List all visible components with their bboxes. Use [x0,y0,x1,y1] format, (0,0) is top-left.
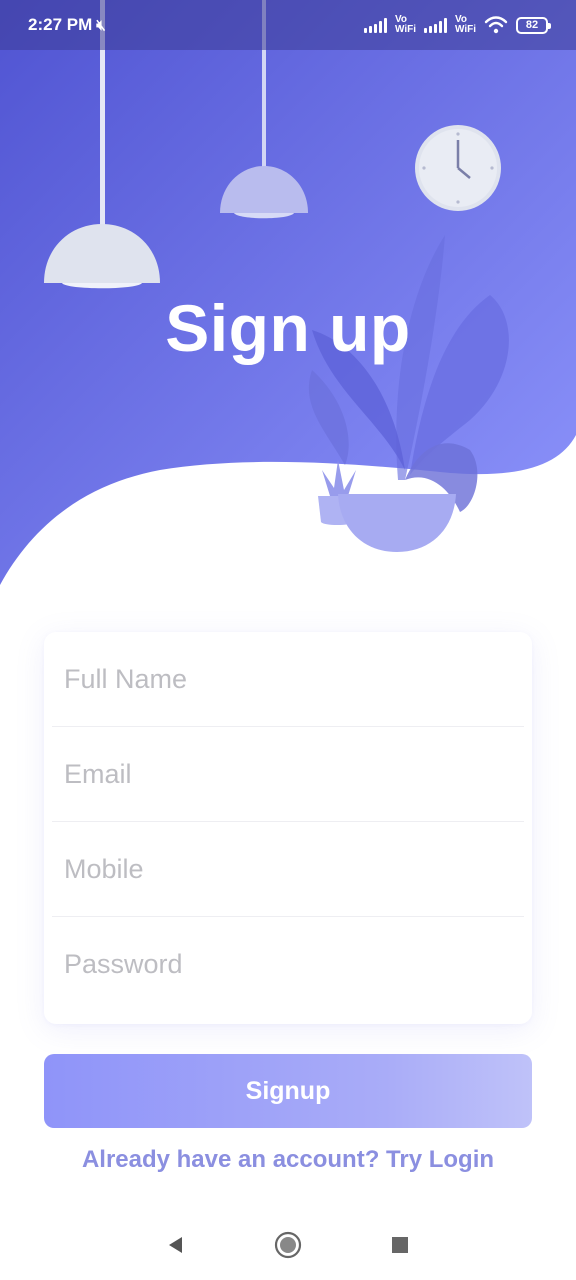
home-button[interactable] [268,1225,308,1265]
back-button[interactable] [156,1225,196,1265]
square-recent-icon [392,1237,408,1253]
status-bar: 2:27 PM 🔇︎ Vo WiFi Vo WiFi 82 [0,0,576,50]
full-name-row [52,632,524,727]
battery-icon: 82 [516,16,551,34]
mobile-input[interactable] [52,853,524,885]
battery-level: 82 [525,18,539,31]
signup-screen: 2:27 PM 🔇︎ Vo WiFi Vo WiFi 82 Sign up Fu… [0,0,576,1280]
status-time: 2:27 PM [28,15,93,34]
mobile-row [52,822,524,917]
mute-icon: 🔇︎ [96,16,106,34]
system-nav-bar [0,1210,576,1280]
vowifi-label-2-sub: WiFi [454,24,476,35]
password-input[interactable] [52,949,524,980]
vowifi-indicator-1: Vo WiFi [395,15,416,35]
status-left: 2:27 PM 🔇︎ [28,15,106,35]
signal-strength-icon [363,17,387,33]
wifi-icon [484,16,508,34]
full-name-input[interactable] [52,663,524,695]
recents-button[interactable] [380,1225,420,1265]
signup-form [44,632,532,1024]
login-link[interactable]: Already have an account? Try Login [0,1146,576,1174]
clock-icon [415,125,501,211]
signal-strength-icon-2 [423,17,447,33]
triangle-left-icon [169,1237,182,1253]
page-title: Sign up [165,291,411,365]
status-right: Vo WiFi Vo WiFi 82 [363,15,551,35]
email-input[interactable] [52,758,524,790]
password-row [52,917,524,1012]
vowifi-label-sub: WiFi [394,24,416,35]
vowifi-indicator-2: Vo WiFi [455,15,476,35]
email-row [52,727,524,822]
circle-home-icon [274,1231,302,1259]
signup-button[interactable]: Signup [44,1054,532,1128]
